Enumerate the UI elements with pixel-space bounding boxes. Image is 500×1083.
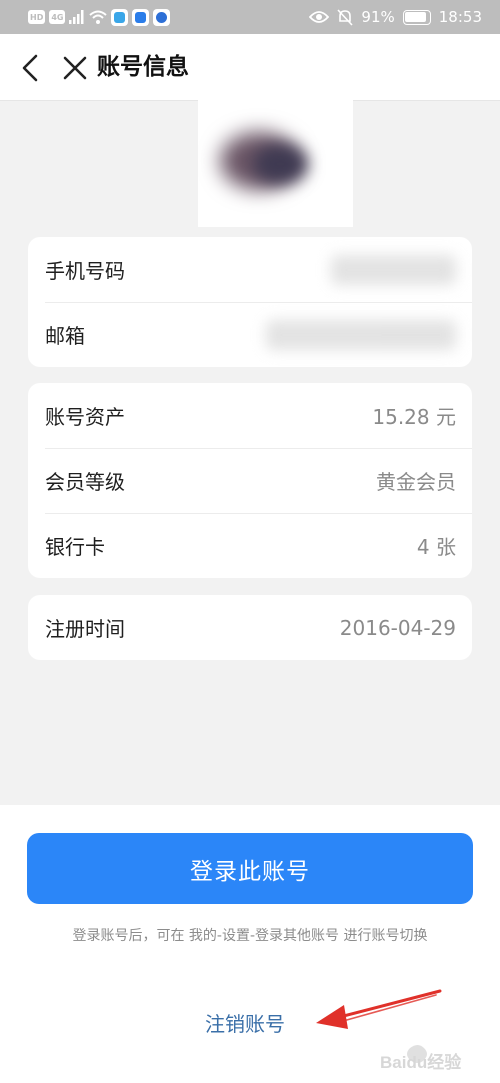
baidu-jingyan-watermark: Baidu经验 — [380, 1038, 495, 1078]
membership-label: 会员等级 — [45, 470, 125, 494]
cancel-account-link[interactable]: 注销账号 — [205, 1008, 285, 1037]
status-right: 91% 18:53 — [309, 8, 482, 26]
contact-card: 手机号码 邮箱 — [28, 237, 472, 367]
membership-row[interactable]: 会员等级 黄金会员 — [28, 448, 472, 513]
membership-value: 黄金会员 — [376, 470, 456, 494]
email-label: 邮箱 — [45, 324, 85, 348]
bank-card-row[interactable]: 银行卡 4 张 — [28, 513, 472, 578]
asset-row[interactable]: 账号资产 15.28 元 — [28, 383, 472, 448]
hd-chip: HD — [28, 10, 46, 24]
bank-card-value: 4 张 — [416, 535, 456, 559]
eye-icon — [309, 11, 330, 23]
email-row[interactable]: 邮箱 — [28, 302, 472, 367]
app-notification-icon-1 — [111, 8, 129, 26]
register-time-label: 注册时间 — [45, 617, 125, 641]
status-bar: HD 4G 91% 18:53 — [0, 0, 500, 34]
watermark-text: Baidu经验 — [380, 1052, 462, 1072]
avatar — [198, 92, 353, 227]
signal-icon — [69, 10, 84, 24]
register-time-value: 2016-04-29 — [339, 615, 456, 640]
app-notification-icon-3 — [153, 8, 171, 26]
navigation-bar: 账号信息 — [0, 34, 500, 101]
register-time-row: 注册时间 2016-04-29 — [28, 595, 472, 660]
app-notification-icon-2 — [132, 8, 150, 26]
annotation-arrow-icon — [316, 989, 442, 1029]
email-value-redacted — [266, 319, 456, 350]
mute-bell-icon — [337, 8, 354, 26]
bank-card-label: 银行卡 — [45, 535, 105, 559]
back-icon[interactable] — [18, 54, 44, 82]
battery-percent: 91% — [361, 8, 395, 26]
phone-value-redacted — [331, 254, 456, 285]
login-account-button[interactable]: 登录此账号 — [27, 833, 473, 904]
status-left: HD 4G — [28, 8, 171, 26]
wifi-icon — [89, 10, 108, 24]
asset-value: 15.28 元 — [372, 405, 456, 429]
battery-icon — [402, 9, 431, 25]
page-title: 账号信息 — [97, 54, 189, 80]
network-4g-chip: 4G — [49, 10, 66, 24]
register-card: 注册时间 2016-04-29 — [28, 595, 472, 660]
asset-label: 账号资产 — [45, 405, 125, 429]
switch-account-hint: 登录账号后，可在 我的-设置-登录其他账号 进行账号切换 — [72, 928, 428, 944]
clock: 18:53 — [438, 8, 482, 26]
asset-card: 账号资产 15.28 元 会员等级 黄金会员 银行卡 4 张 — [28, 383, 472, 578]
phone-row[interactable]: 手机号码 — [28, 237, 472, 302]
phone-label: 手机号码 — [45, 259, 125, 283]
close-icon[interactable] — [62, 55, 88, 81]
